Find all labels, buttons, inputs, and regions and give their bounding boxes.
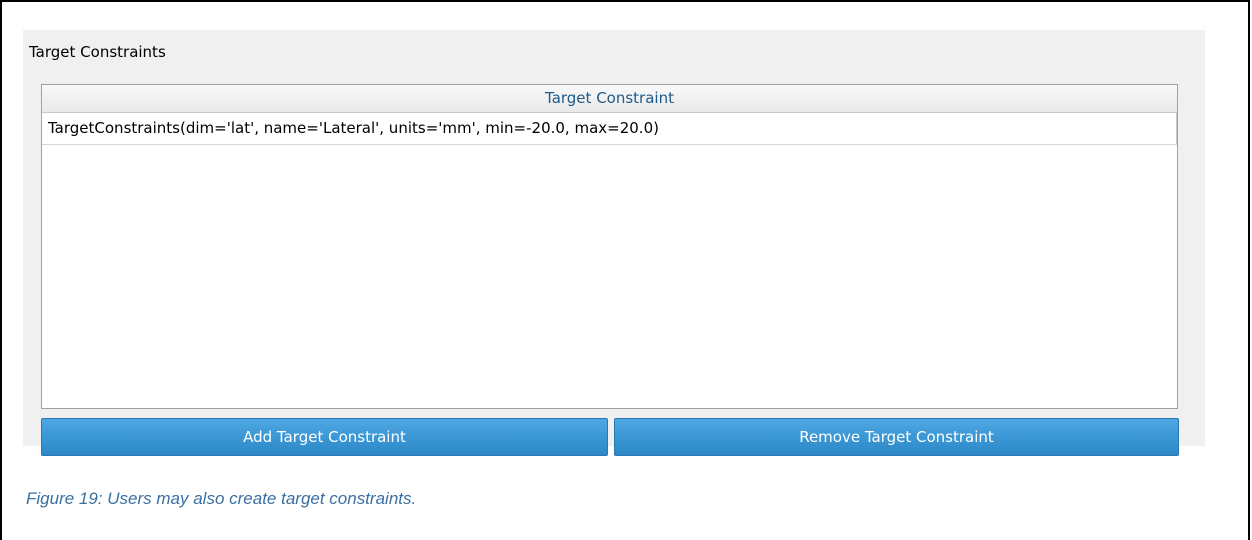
constraints-table[interactable]: Target Constraint TargetConstraints(dim=… (41, 84, 1178, 409)
add-target-constraint-button[interactable]: Add Target Constraint (41, 418, 608, 456)
target-constraints-group: Target Constraints Target Constraint Tar… (23, 30, 1205, 456)
table-row[interactable]: TargetConstraints(dim='lat', name='Later… (42, 113, 1177, 145)
column-header-target-constraint[interactable]: Target Constraint (42, 85, 1177, 113)
row-divider (1176, 113, 1177, 144)
group-title: Target Constraints (29, 43, 166, 61)
figure-caption: Figure 19: Users may also create target … (26, 489, 417, 508)
table-cell: TargetConstraints(dim='lat', name='Later… (48, 119, 659, 137)
remove-target-constraint-button[interactable]: Remove Target Constraint (614, 418, 1179, 456)
